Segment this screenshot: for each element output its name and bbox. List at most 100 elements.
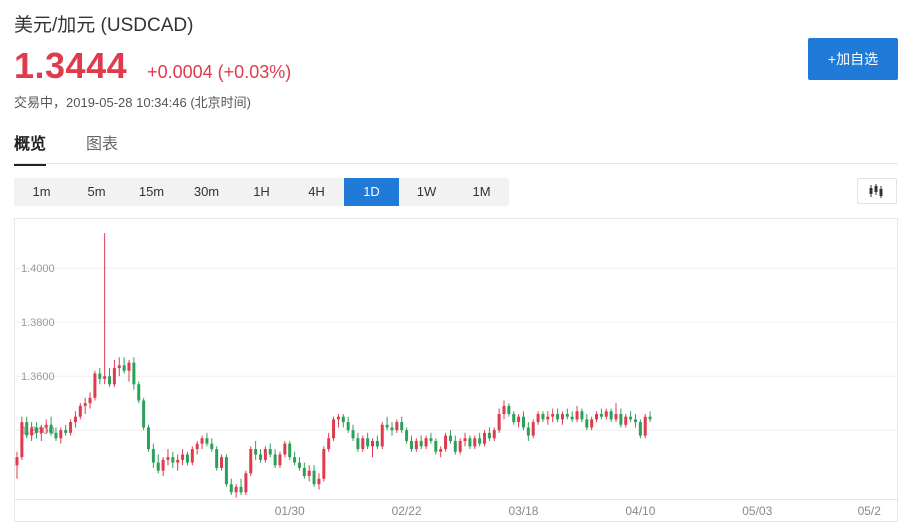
x-tick-label: 02/22 xyxy=(392,504,422,518)
interval-1mo[interactable]: 1M xyxy=(454,178,509,206)
candle-body xyxy=(624,416,628,425)
interval-4h[interactable]: 4H xyxy=(289,178,344,206)
interval-1d[interactable]: 1D xyxy=(344,178,399,206)
candle-body xyxy=(312,470,316,485)
candle-body xyxy=(429,438,433,441)
candle-body xyxy=(580,411,584,420)
candle-body xyxy=(395,422,399,431)
candle-body xyxy=(439,449,443,452)
candle-body xyxy=(49,424,53,433)
candle-body xyxy=(629,416,633,420)
candle-body xyxy=(239,486,243,493)
candle-body xyxy=(526,427,530,436)
candle-body xyxy=(599,413,603,417)
candle-body xyxy=(273,454,277,466)
candle-body xyxy=(531,422,535,436)
candle-body xyxy=(346,422,350,431)
candle-body xyxy=(117,365,121,369)
candle-body xyxy=(536,413,540,423)
candle-body xyxy=(560,413,564,420)
interval-1m[interactable]: 1m xyxy=(14,178,69,206)
candle-body xyxy=(151,449,155,463)
candle-body xyxy=(497,413,501,431)
interval-30m[interactable]: 30m xyxy=(179,178,234,206)
candle-body xyxy=(458,440,462,452)
candle-body xyxy=(575,411,579,420)
candle-body xyxy=(483,432,487,444)
candle-body xyxy=(307,470,311,477)
candle-body xyxy=(59,430,63,439)
tab-overview[interactable]: 概览 xyxy=(14,130,47,166)
candle-body xyxy=(619,413,623,425)
price-chart[interactable]: 1.40001.38001.36001.340001/3002/2203/180… xyxy=(14,218,899,523)
candle-body xyxy=(83,403,87,406)
interval-5m[interactable]: 5m xyxy=(69,178,124,206)
candle-body xyxy=(215,449,219,468)
candle-body xyxy=(44,424,48,428)
candle-body xyxy=(633,419,637,423)
candle-body xyxy=(585,419,589,428)
candle-body xyxy=(546,416,550,420)
candle-body xyxy=(385,424,389,428)
candle-body xyxy=(414,440,418,450)
price-change: +0.0004 (+0.03%) xyxy=(147,62,292,82)
add-to-watchlist-button[interactable]: +加自选 xyxy=(808,38,898,80)
interval-1h[interactable]: 1H xyxy=(234,178,289,206)
x-tick-label: 05/2 xyxy=(858,504,882,518)
candle-body xyxy=(93,373,97,398)
candlestick-icon xyxy=(869,184,883,198)
candle-body xyxy=(570,416,574,420)
candle-body xyxy=(156,462,160,471)
chart-type-button[interactable] xyxy=(857,178,897,204)
candle-body xyxy=(502,405,506,414)
interval-selector: 1m 5m 15m 30m 1H 4H 1D 1W 1M xyxy=(14,178,509,206)
candle-body xyxy=(400,422,404,431)
candle-body xyxy=(78,405,82,417)
candle-body xyxy=(249,449,253,474)
candle-body xyxy=(112,368,116,385)
candle-body xyxy=(181,454,185,460)
candle-body xyxy=(103,376,107,379)
interval-15m[interactable]: 15m xyxy=(124,178,179,206)
y-tick-label: 1.3600 xyxy=(21,371,55,383)
candle-body xyxy=(444,435,448,450)
candle-body xyxy=(15,457,19,466)
candle-body xyxy=(512,413,516,423)
candle-body xyxy=(614,413,618,420)
candle-body xyxy=(195,443,199,450)
candle-body xyxy=(54,432,58,439)
candle-body xyxy=(492,430,496,439)
candle-body xyxy=(648,416,652,420)
y-tick-label: 1.4000 xyxy=(21,263,55,275)
candle-body xyxy=(590,419,594,428)
candle-body xyxy=(361,438,365,450)
candlestick-chart[interactable]: 1.40001.38001.36001.340001/3002/2203/180… xyxy=(15,219,899,523)
candle-body xyxy=(210,443,214,450)
candle-body xyxy=(317,478,321,485)
candle-body xyxy=(356,438,360,450)
candle-body xyxy=(73,416,77,423)
tab-chart[interactable]: 图表 xyxy=(86,130,118,166)
candle-body xyxy=(551,413,555,417)
y-tick-label: 1.3800 xyxy=(21,317,55,329)
candle-body xyxy=(69,422,73,433)
trade-status: 交易中，2019-05-28 10:34:46 (北京时间) xyxy=(14,95,251,110)
interval-1w[interactable]: 1W xyxy=(399,178,454,206)
x-tick-label: 05/03 xyxy=(742,504,772,518)
candle-body xyxy=(336,416,340,420)
candle-body xyxy=(327,438,331,450)
candle-body xyxy=(332,419,336,439)
candle-body xyxy=(595,413,599,420)
candle-body xyxy=(405,430,409,441)
candle-body xyxy=(200,438,204,444)
current-price: 1.3444 xyxy=(14,45,128,86)
candle-body xyxy=(20,422,24,458)
candle-body xyxy=(322,449,326,479)
candle-body xyxy=(604,411,608,417)
candle-body xyxy=(34,427,38,433)
candle-body xyxy=(39,427,43,433)
candle-body xyxy=(341,416,345,423)
candle-body xyxy=(171,457,175,463)
tab-bar: 概览 图表 xyxy=(14,130,158,166)
candle-body xyxy=(64,430,68,433)
